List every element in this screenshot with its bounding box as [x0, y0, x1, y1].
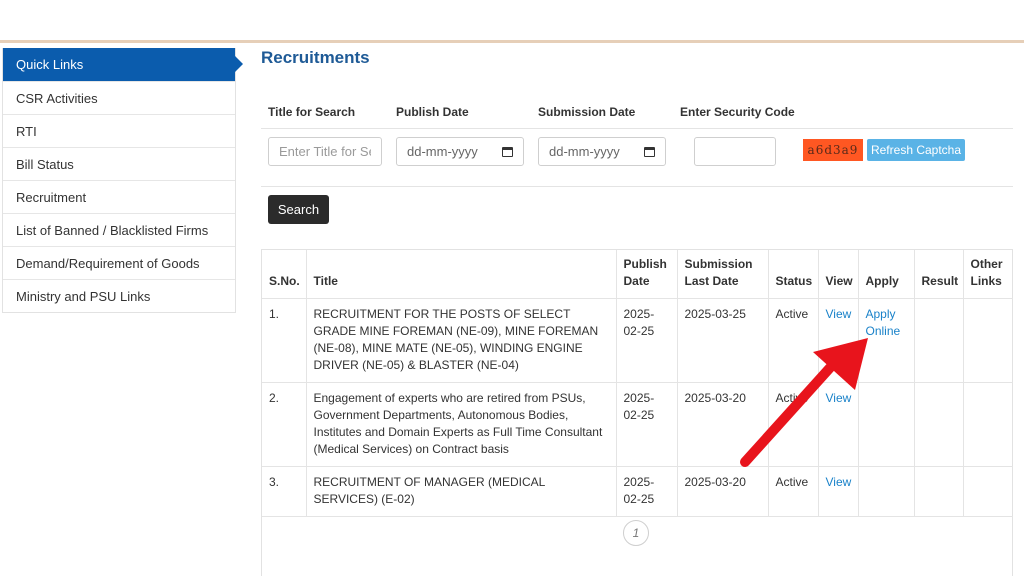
sidebar-item-bill-status[interactable]: Bill Status — [3, 147, 235, 180]
table-row: 2. Engagement of experts who are retired… — [262, 382, 1013, 467]
cell-status: Active — [767, 466, 818, 517]
view-link[interactable]: View — [817, 466, 858, 517]
sidebar-item-rti[interactable]: RTI — [3, 114, 235, 147]
cell-other-links — [962, 466, 1013, 517]
sidebar-item-demand-goods[interactable]: Demand/Requirement of Goods — [3, 246, 235, 279]
cell-apply — [857, 382, 914, 467]
captcha-image: a6d3a9 — [803, 139, 863, 161]
calendar-icon[interactable] — [644, 146, 655, 157]
header-title: Title — [305, 250, 616, 299]
cell-submission-date: 2025-03-20 — [676, 382, 768, 467]
sidebar-item-recruitment[interactable]: Recruitment — [3, 180, 235, 213]
calendar-icon[interactable] — [502, 146, 513, 157]
page-title: Recruitments — [261, 48, 370, 67]
cell-sno: 2. — [262, 382, 306, 467]
publish-date-input[interactable]: dd-mm-yyyy — [396, 137, 524, 166]
refresh-captcha-button[interactable]: Refresh Captcha — [867, 139, 965, 161]
table-row: 1. RECRUITMENT FOR THE POSTS OF SELECT G… — [262, 298, 1013, 383]
apply-online-link[interactable]: Apply Online — [857, 298, 914, 383]
form-inputs-row: dd-mm-yyyy dd-mm-yyyy a6d3a9 Refresh Cap… — [261, 129, 1013, 187]
cell-other-links — [962, 298, 1013, 383]
cell-status: Active — [767, 382, 818, 467]
sidebar-item-quick-links[interactable]: Quick Links — [3, 48, 243, 81]
cell-title: RECRUITMENT OF MANAGER (MEDICAL SERVICES… — [305, 466, 616, 517]
publish-date-value: dd-mm-yyyy — [407, 144, 478, 159]
security-code-input[interactable] — [694, 137, 776, 166]
top-divider — [0, 40, 1024, 43]
header-status: Status — [767, 250, 818, 299]
header-sno: S.No. — [262, 250, 306, 299]
submission-date-label: Submission Date — [538, 105, 636, 119]
cell-title: Engagement of experts who are retired fr… — [305, 382, 616, 467]
header-apply: Apply — [857, 250, 914, 299]
cell-submission-date: 2025-03-20 — [676, 466, 768, 517]
search-form: Title for Search Publish Date Submission… — [261, 96, 1013, 187]
title-search-input[interactable] — [268, 137, 382, 166]
sidebar: Quick Links CSR Activities RTI Bill Stat… — [2, 48, 243, 313]
cell-other-links — [962, 382, 1013, 467]
publish-date-label: Publish Date — [396, 105, 469, 119]
cell-status: Active — [767, 298, 818, 383]
security-code-label: Enter Security Code — [680, 105, 795, 119]
view-link[interactable]: View — [817, 298, 858, 383]
cell-submission-date: 2025-03-25 — [676, 298, 768, 383]
cell-result — [913, 466, 963, 517]
cell-sno: 1. — [262, 298, 306, 383]
sidebar-item-csr-activities[interactable]: CSR Activities — [3, 81, 235, 114]
cell-result — [913, 298, 963, 383]
table-row: 3. RECRUITMENT OF MANAGER (MEDICAL SERVI… — [262, 466, 1013, 517]
submission-date-input[interactable]: dd-mm-yyyy — [538, 137, 666, 166]
header-result: Result — [913, 250, 963, 299]
cell-sno: 3. — [262, 466, 306, 517]
sidebar-item-banned-firms[interactable]: List of Banned / Blacklisted Firms — [3, 213, 235, 246]
header-view: View — [817, 250, 858, 299]
cell-publish-date: 2025-02-25 — [615, 382, 677, 467]
header-submission-date: Submission Last Date — [676, 250, 768, 299]
cell-result — [913, 382, 963, 467]
cell-apply — [857, 466, 914, 517]
form-labels-row: Title for Search Publish Date Submission… — [261, 96, 1013, 129]
cell-publish-date: 2025-02-25 — [615, 298, 677, 383]
pagination-page-1[interactable]: 1 — [623, 520, 649, 546]
cell-publish-date: 2025-02-25 — [615, 466, 677, 517]
sidebar-item-ministry-psu-links[interactable]: Ministry and PSU Links — [3, 279, 235, 312]
cell-title: RECRUITMENT FOR THE POSTS OF SELECT GRAD… — [305, 298, 616, 383]
header-other-links: Other Links — [962, 250, 1013, 299]
submission-date-value: dd-mm-yyyy — [549, 144, 620, 159]
view-link[interactable]: View — [817, 382, 858, 467]
table-header-row: S.No. Title Publish Date Submission Last… — [262, 250, 1013, 299]
header-publish-date: Publish Date — [615, 250, 677, 299]
title-search-label: Title for Search — [268, 105, 356, 119]
search-button[interactable]: Search — [268, 195, 329, 224]
